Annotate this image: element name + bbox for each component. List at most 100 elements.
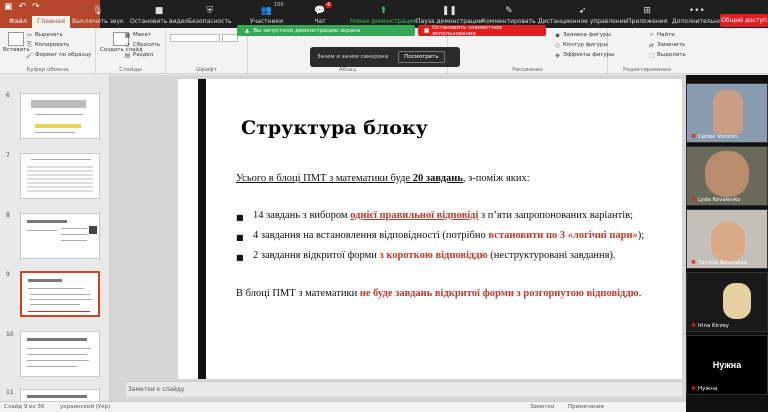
- slide-bullet-3: 2 завдання відкритої форми з короткою ві…: [253, 250, 616, 261]
- effects-icon: ◈: [555, 51, 560, 59]
- shape-outline-button[interactable]: ◇ Контур фигуры: [554, 41, 608, 49]
- camera-icon: ■: [154, 6, 164, 16]
- pencil-icon: ✎: [505, 6, 513, 16]
- tab-home[interactable]: Главная: [32, 16, 71, 28]
- apps-button[interactable]: ⊞ Приложения: [627, 0, 667, 28]
- replace-button[interactable]: ⇄ Заменить: [648, 41, 685, 49]
- slide-intro: Усього в блоці ПМТ з математики буде 20 …: [236, 173, 530, 184]
- slide-thumbnail[interactable]: [20, 153, 100, 199]
- mic-muted-icon: ✖: [691, 385, 697, 392]
- participant-face: [711, 222, 745, 262]
- cut-button[interactable]: ✂ Вырезать: [26, 31, 63, 39]
- slide-conclusion: В блоці ПМТ з математики не буде завдань…: [236, 288, 642, 299]
- slide-counter: Слайд 9 из 36: [4, 404, 45, 410]
- replace-icon: ⇄: [648, 41, 655, 49]
- format-painter-button[interactable]: 🖌 Формат по образцу: [26, 52, 92, 59]
- zoom-toolbar: ▣ ↶ ↷ Файл Главная 🎙 Выключить звук ■ Ос…: [0, 0, 768, 28]
- slide-bullet-1: 14 завдань з вибором однієї правильної в…: [253, 210, 634, 221]
- shield-icon: ⛨: [206, 6, 214, 16]
- mute-button[interactable]: 🎙 Выключить звук: [72, 0, 124, 28]
- search-icon: ⌕: [649, 31, 654, 38]
- outline-icon: ◇: [555, 41, 560, 49]
- redo-icon[interactable]: ↷: [32, 2, 40, 12]
- select-button[interactable]: ⬚ Выделить: [648, 51, 686, 59]
- layout-icon: ▦: [124, 31, 131, 39]
- slide-thumbnail[interactable]: [20, 331, 100, 377]
- quick-access: ▣ ↶ ↷: [4, 2, 40, 12]
- video-gallery: ✖ Cersei Voronin ✖ Lyda Kovalenko ✖ Тетяна …: [686, 75, 768, 412]
- reset-button[interactable]: ↺ Сбросить: [124, 41, 160, 49]
- chat-badge: 4: [325, 2, 333, 8]
- slide-thumbnail[interactable]: [20, 213, 100, 259]
- video-tile[interactable]: ✖ Cersei Voronin: [686, 83, 768, 143]
- slide-thumbnail[interactable]: [20, 93, 100, 139]
- cursor-icon: ⬚: [648, 51, 655, 59]
- video-tile[interactable]: ✖ Lyda Kovalenko: [686, 146, 768, 206]
- more-button[interactable]: ••• Дополнительно: [672, 0, 722, 28]
- view-button[interactable]: Посмотреть: [398, 51, 445, 63]
- undo-icon[interactable]: ↶: [19, 2, 27, 12]
- stop-sharing-button[interactable]: ■ Остановить совместное использование: [418, 25, 546, 37]
- slide-thumbnails-pane: 6 7 8 9 10 11: [0, 75, 110, 401]
- new-share-button[interactable]: ⬆ Новая демонстрация: [350, 0, 417, 28]
- decorative-bar: [198, 79, 206, 379]
- bullet-marker: ■: [236, 253, 244, 262]
- mic-muted-icon: ✖: [691, 322, 697, 329]
- save-icon[interactable]: ▣: [4, 2, 13, 12]
- find-button[interactable]: ⌕ Найти: [648, 31, 675, 38]
- slide-editor: Структура блоку Усього в блоці ПМТ з мат…: [110, 75, 686, 401]
- video-tile[interactable]: ✖ Irina Kirzey: [686, 272, 768, 332]
- shared-access-button[interactable]: Общий доступ: [720, 14, 768, 27]
- participant-face: [713, 90, 743, 134]
- fill-icon: ◆: [555, 31, 560, 39]
- reset-icon: ↺: [124, 41, 131, 49]
- status-bar: Слайд 9 из 36 украинский (Укр) Заметки П…: [0, 401, 686, 412]
- mic-muted-icon: ✖: [691, 133, 697, 140]
- tab-file[interactable]: Файл: [4, 16, 32, 28]
- apps-icon: ⊞: [643, 6, 651, 16]
- more-icon: •••: [688, 6, 705, 16]
- comments-toggle[interactable]: Примечания: [568, 404, 604, 410]
- slide-bullet-2: 4 завдання на встановлення відповідності…: [253, 230, 645, 241]
- video-tile[interactable]: Нужна ✖ Нужна: [686, 335, 768, 395]
- section-icon: ▤: [124, 51, 131, 59]
- slide-thumbnail-selected[interactable]: [20, 271, 100, 317]
- notes-toggle[interactable]: Заметки: [530, 404, 555, 410]
- pause-icon: ❚❚: [441, 6, 457, 16]
- editing-group: ⌕ Найти ⇄ Заменить ⬚ Выделить Редактировани…: [623, 31, 686, 73]
- notes-field[interactable]: Заметки к слайду: [126, 381, 682, 397]
- security-button[interactable]: ⛨ Безопасность: [188, 0, 232, 28]
- microphone-icon: 🎙: [92, 6, 104, 16]
- font-size-input[interactable]: [222, 34, 238, 42]
- copy-icon: ⎘: [27, 41, 32, 48]
- participant-name-large: Нужна: [712, 360, 742, 370]
- participants-icon: 👥: [260, 6, 273, 16]
- share-arrow-icon: ⬆: [379, 6, 388, 16]
- current-slide[interactable]: Структура блоку Усього в блоці ПМТ з мат…: [178, 79, 682, 379]
- section-button[interactable]: ▤ Раздел: [124, 51, 154, 59]
- mic-muted-icon: ✖: [691, 259, 697, 266]
- clipboard-group: Вставить ✂ Вырезать ⎘ Копировать 🖌 Формат п…: [0, 28, 96, 74]
- layout-button[interactable]: ▦ Макет: [124, 31, 151, 39]
- video-tile[interactable]: ✖ Тетяна Веселова: [686, 209, 768, 269]
- shape-fill-button[interactable]: ◆ Заливка фигуры: [554, 31, 611, 39]
- remote-control-button[interactable]: ➹ Дистанционное управление: [538, 0, 627, 28]
- stop-video-button[interactable]: ■ Остановить видео: [130, 0, 188, 28]
- slide-title: Структура блоку: [241, 117, 428, 139]
- participant-face: [705, 151, 749, 197]
- slide-thumbnail[interactable]: [20, 389, 100, 401]
- participant-face: [723, 283, 751, 319]
- notification-toast: Зачем и зачем синхрони Посмотреть: [310, 47, 460, 67]
- share-icon: ▲: [245, 27, 250, 34]
- stop-icon: ■: [424, 27, 430, 34]
- copy-button[interactable]: ⎘ Копировать: [26, 41, 69, 48]
- shape-effects-button[interactable]: ◈ Эффекты фигуры: [554, 51, 614, 59]
- scissors-icon: ✂: [26, 31, 33, 39]
- language-indicator[interactable]: украинский (Укр): [60, 404, 110, 410]
- font-name-input[interactable]: [170, 34, 220, 42]
- pointer-icon: ➹: [578, 6, 587, 16]
- slides-group: Создать слайд ▦ Макет ↺ Сбросить ▤ Раздел С…: [96, 28, 166, 74]
- bullet-marker: ■: [236, 233, 244, 242]
- bullet-marker: ■: [236, 213, 244, 222]
- sharing-banner: ▲ Вы запустили демонстрацию экрана: [237, 25, 415, 36]
